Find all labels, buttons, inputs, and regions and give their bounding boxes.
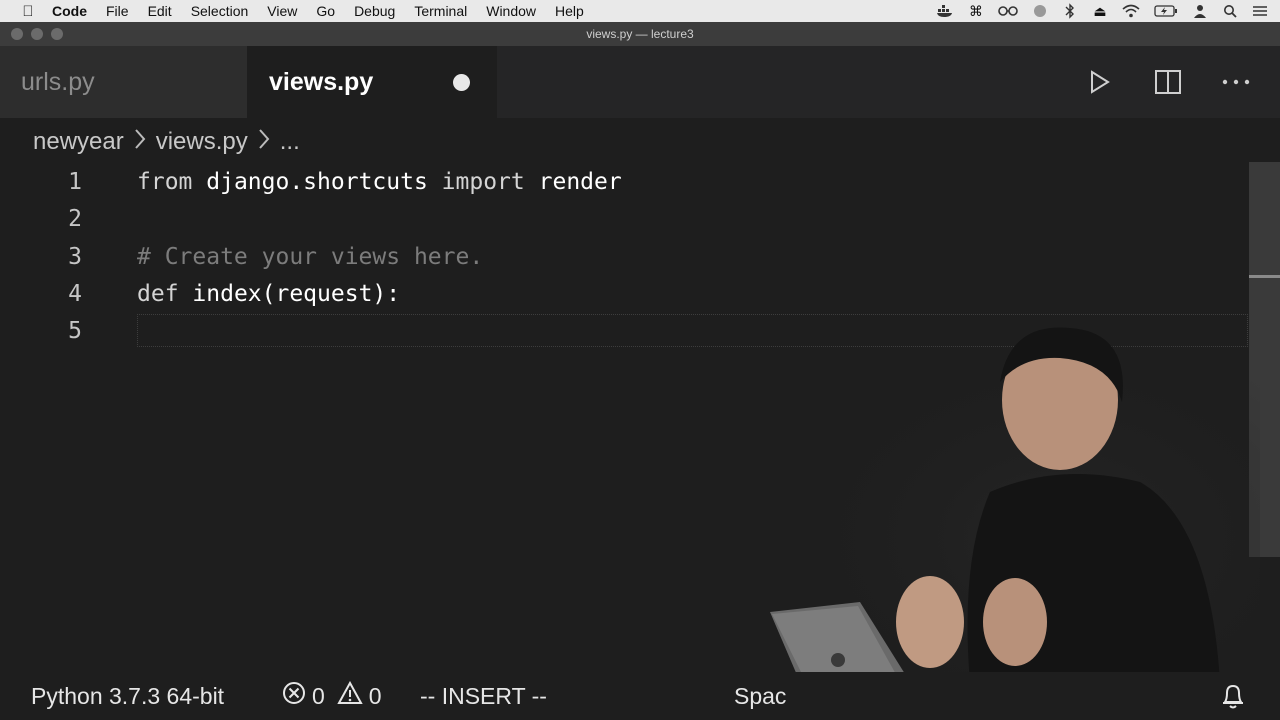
- vpn-icon[interactable]: [1032, 2, 1048, 20]
- breadcrumb-folder[interactable]: newyear: [33, 128, 124, 156]
- keyword: import: [441, 168, 525, 195]
- run-play-icon[interactable]: [1086, 68, 1114, 96]
- keyword: def: [137, 280, 179, 307]
- indentation-selector[interactable]: Spac: [734, 672, 786, 720]
- tab-label: views.py: [269, 67, 374, 96]
- glasses-icon[interactable]: [998, 2, 1018, 20]
- bluetooth-icon[interactable]: [1062, 2, 1078, 20]
- docker-icon[interactable]: [936, 2, 954, 20]
- python-interpreter-selector[interactable]: Python 3.7.3 64-bit: [31, 672, 224, 720]
- line-number: 4: [68, 280, 82, 307]
- menu-terminal[interactable]: Terminal: [414, 3, 467, 19]
- line-number: 1: [68, 168, 82, 195]
- line-number: 3: [68, 243, 82, 270]
- function-signature: index(request):: [192, 280, 401, 307]
- menu-file[interactable]: File: [106, 3, 129, 19]
- unsaved-dot-icon[interactable]: [453, 74, 470, 91]
- menu-go[interactable]: Go: [316, 3, 335, 19]
- code-line[interactable]: 2: [0, 200, 1248, 237]
- code-line[interactable]: 1 from django.shortcuts import render: [0, 163, 1248, 200]
- screen:  Code File Edit Selection View Go Debug…: [0, 0, 1280, 720]
- tab-urls-py[interactable]: urls.py: [0, 46, 247, 118]
- list-icon[interactable]: [1252, 2, 1268, 20]
- line-number: 2: [68, 205, 82, 232]
- window-titlebar: views.py — lecture3: [0, 22, 1280, 46]
- menu-debug[interactable]: Debug: [354, 3, 395, 19]
- indentation-label: Spac: [734, 682, 787, 709]
- interpreter-label: Python 3.7.3 64-bit: [31, 682, 225, 709]
- keyword: from: [137, 168, 193, 195]
- module-name: django.shortcuts: [206, 168, 428, 195]
- menu-selection[interactable]: Selection: [191, 3, 249, 19]
- editor-actions: [1086, 46, 1250, 118]
- line-number: 5: [68, 317, 82, 344]
- error-icon: [282, 681, 306, 711]
- close-window-button[interactable]: [11, 28, 23, 40]
- window-controls: [11, 28, 63, 40]
- more-actions-icon[interactable]: [1222, 68, 1250, 96]
- notifications-bell-icon[interactable]: [1220, 672, 1246, 720]
- menu-help[interactable]: Help: [555, 3, 584, 19]
- mode-label: -- INSERT --: [420, 682, 547, 709]
- menubar-status-area: ⌘ ⏏: [936, 0, 1268, 22]
- vim-mode-indicator: -- INSERT --: [420, 672, 547, 720]
- warning-icon: [337, 680, 363, 711]
- editor-tabbar: urls.py views.py: [0, 46, 1280, 118]
- identifier: render: [538, 168, 622, 195]
- command-icon[interactable]: ⌘: [968, 2, 984, 20]
- menu-app-name[interactable]: Code: [52, 3, 87, 19]
- menu-view[interactable]: View: [267, 3, 297, 19]
- breadcrumb: newyear views.py ...: [33, 122, 300, 162]
- breadcrumb-file[interactable]: views.py: [156, 128, 248, 156]
- warning-count: 0: [368, 682, 382, 709]
- menu-edit[interactable]: Edit: [148, 3, 172, 19]
- line-content: from django.shortcuts import render: [137, 169, 622, 195]
- status-bar: Python 3.7.3 64-bit 0 0 -- INSERT -- Spa…: [0, 672, 1280, 720]
- presenter-video-overlay: [760, 322, 1260, 682]
- code-line[interactable]: 4 def index(request):: [0, 275, 1248, 312]
- split-editor-icon[interactable]: [1154, 68, 1182, 96]
- problems-indicator[interactable]: 0 0: [282, 672, 382, 720]
- user-icon[interactable]: [1192, 2, 1208, 20]
- battery-icon[interactable]: [1154, 2, 1178, 20]
- tab-label: urls.py: [21, 67, 95, 96]
- macos-menubar:  Code File Edit Selection View Go Debug…: [0, 0, 1280, 22]
- line-content: def index(request):: [137, 281, 400, 307]
- search-icon[interactable]: [1222, 2, 1238, 20]
- scrollbar-cursor-marker: [1249, 275, 1280, 278]
- wifi-icon[interactable]: [1122, 2, 1140, 20]
- code-line[interactable]: 3 # Create your views here.: [0, 238, 1248, 275]
- eject-icon[interactable]: ⏏: [1092, 2, 1108, 20]
- error-count: 0: [312, 682, 325, 709]
- zoom-window-button[interactable]: [51, 28, 63, 40]
- tab-views-py[interactable]: views.py: [247, 46, 497, 118]
- window-title: views.py — lecture3: [586, 27, 694, 41]
- chevron-right-icon: [134, 128, 146, 157]
- apple-icon[interactable]: : [20, 3, 36, 20]
- minimize-window-button[interactable]: [31, 28, 43, 40]
- menu-window[interactable]: Window: [486, 3, 536, 19]
- breadcrumb-more[interactable]: ...: [280, 128, 300, 156]
- chevron-right-icon: [258, 128, 270, 157]
- code-comment: # Create your views here.: [137, 243, 484, 270]
